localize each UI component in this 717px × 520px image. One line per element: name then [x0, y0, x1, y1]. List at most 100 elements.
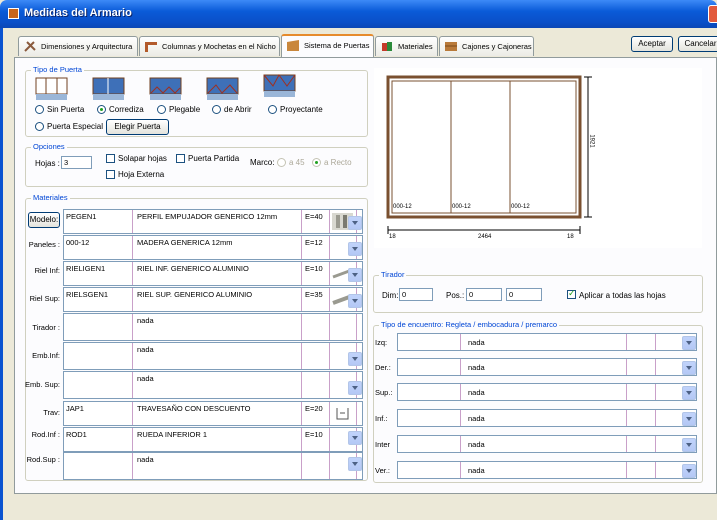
radio-marco-recto[interactable] [312, 158, 321, 167]
modelo-button[interactable]: Modelo: [28, 212, 60, 228]
chevron-down-icon[interactable] [348, 457, 362, 471]
close-button[interactable] [708, 5, 717, 23]
encuentro-value: nada [468, 414, 485, 423]
chevron-down-icon[interactable] [348, 216, 362, 230]
radio-sin-puerta[interactable] [35, 105, 44, 114]
accept-button[interactable]: Aceptar [631, 36, 673, 52]
door-none-icon[interactable] [35, 75, 68, 103]
encuentro-row-ver[interactable]: nada [397, 461, 697, 479]
radio-label: Sin Puerta [47, 105, 85, 114]
material-row-emb-sup[interactable]: nada [63, 371, 363, 399]
pos-label: Pos.: [446, 291, 465, 300]
tab-cajones[interactable]: Cajones y Cajoneras [439, 36, 534, 56]
radio-marco-45[interactable] [277, 158, 286, 167]
radio-puerta-especial[interactable] [35, 122, 44, 131]
door-sliding-icon[interactable] [92, 75, 125, 103]
group-title: Opciones [31, 142, 67, 151]
door-folding-icon[interactable] [149, 75, 182, 103]
externa-checkbox[interactable] [106, 170, 115, 179]
chevron-down-icon[interactable] [348, 431, 362, 445]
width-label: 2464 [478, 234, 492, 240]
encuentro-value: nada [468, 363, 485, 372]
hojas-input[interactable]: 3 [61, 156, 92, 169]
chevron-down-icon[interactable] [682, 464, 696, 478]
material-code: RIELIGEN1 [66, 264, 106, 273]
pos-input-1[interactable]: 0 [466, 288, 502, 301]
material-desc: nada [137, 345, 154, 354]
radio-label: a Recto [324, 158, 352, 167]
cancel-button[interactable]: Cancelar [678, 36, 717, 52]
material-row-riel-inf[interactable]: RIELIGEN1 RIEL INF. GENERICO ALUMINIO E=… [63, 261, 363, 286]
chevron-down-icon[interactable] [348, 268, 362, 282]
tab-materiales[interactable]: Materiales [375, 36, 438, 56]
tab-dimensiones[interactable]: Dimensiones y Arquitectura [18, 36, 138, 56]
radio-plegable[interactable] [157, 105, 166, 114]
chevron-down-icon[interactable] [682, 438, 696, 452]
tab-sistema-puertas[interactable]: Sistema de Puertas [281, 34, 374, 57]
encuentro-row-inf[interactable]: nada [397, 409, 697, 427]
material-row-paneles[interactable]: 000-12 MADERA GENERICA 12mm E=12 [63, 235, 363, 260]
encuentro-value: nada [468, 466, 485, 475]
material-e: E=20 [305, 404, 323, 413]
material-desc: nada [137, 316, 154, 325]
encuentro-row-izq[interactable]: nada [397, 333, 697, 351]
chevron-down-icon[interactable] [348, 352, 362, 366]
material-e: E=10 [305, 430, 323, 439]
tab-columnas[interactable]: Columnas y Mochetas en el Nicho [139, 36, 280, 56]
row-label: Sup.: [375, 388, 393, 397]
dim-label: Dim: [382, 291, 399, 300]
material-desc: TRAVESAÑO CON DESCUENTO [137, 404, 251, 413]
crossbar-thumb-icon [336, 408, 349, 420]
tab-label: Dimensiones y Arquitectura [41, 42, 133, 51]
pos-input-2[interactable]: 0 [506, 288, 542, 301]
material-code: 000-12 [66, 238, 90, 247]
tools-icon [24, 41, 36, 52]
tab-label: Cajones y Cajoneras [462, 42, 532, 51]
chevron-down-icon[interactable] [348, 294, 362, 308]
chevron-down-icon[interactable] [682, 361, 696, 375]
chevron-down-icon[interactable] [682, 412, 696, 426]
material-row-trav[interactable]: JAP1 TRAVESAÑO CON DESCUENTO E=20 [63, 401, 363, 426]
group-title: Tipo de encuentro: Regleta / embocadura … [379, 320, 560, 329]
chevron-down-icon[interactable] [682, 336, 696, 350]
group-title: Tirador [379, 270, 407, 279]
row-label: Der.: [375, 363, 391, 372]
dim-input[interactable]: 0 [399, 288, 433, 301]
encuentro-row-der[interactable]: nada [397, 358, 697, 376]
material-desc: RIEL SUP. GENERICO ALUMINIO [137, 290, 253, 299]
marco-label: Marco: [250, 158, 275, 167]
material-row-rod-sup[interactable]: nada [63, 452, 363, 480]
height-label: 1921 [588, 134, 595, 148]
solapar-checkbox[interactable] [106, 154, 115, 163]
row-label: Paneles : [28, 240, 60, 249]
encuentro-row-inter[interactable]: nada [397, 435, 697, 453]
door-hinged-icon[interactable] [206, 75, 239, 103]
tab-label: Materiales [398, 42, 433, 51]
material-row-emb-inf[interactable]: nada [63, 342, 363, 370]
material-row-modelo[interactable]: PEGEN1 PERFIL EMPUJADOR GENERICO 12mm E=… [63, 209, 363, 234]
material-e: E=35 [305, 290, 323, 299]
hojas-label: Hojas : [35, 159, 60, 168]
apply-all-checkbox[interactable] [567, 288, 576, 299]
material-row-riel-sup[interactable]: RIELSGEN1 RIEL SUP. GENERICO ALUMINIO E=… [63, 287, 363, 312]
partida-checkbox[interactable] [176, 154, 185, 163]
chevron-down-icon[interactable] [348, 381, 362, 395]
encuentro-row-sup[interactable]: nada [397, 383, 697, 401]
material-desc: MADERA GENERICA 12mm [137, 238, 233, 247]
radio-corrediza[interactable] [97, 105, 106, 114]
elegir-puerta-button[interactable]: Elegir Puerta [106, 119, 169, 135]
app-icon [8, 8, 19, 19]
radio-de-abrir[interactable] [212, 105, 221, 114]
material-e: E=12 [305, 238, 323, 247]
door-projecting-icon[interactable] [263, 72, 296, 100]
radio-proyectante[interactable] [268, 105, 277, 114]
material-row-tirador[interactable]: nada [63, 313, 363, 341]
row-label: Emb.Inf: [32, 351, 60, 360]
chevron-down-icon[interactable] [682, 386, 696, 400]
material-row-rod-inf[interactable]: ROD1 RUEDA INFERIOR 1 E=10 [63, 427, 363, 452]
row-label: Inf.: [375, 414, 388, 423]
row-label: Emb. Sup: [24, 380, 60, 389]
tab-label: Sistema de Puertas [304, 41, 370, 50]
material-desc: RIEL INF. GENERICO ALUMINIO [137, 264, 249, 273]
chevron-down-icon[interactable] [348, 242, 362, 256]
